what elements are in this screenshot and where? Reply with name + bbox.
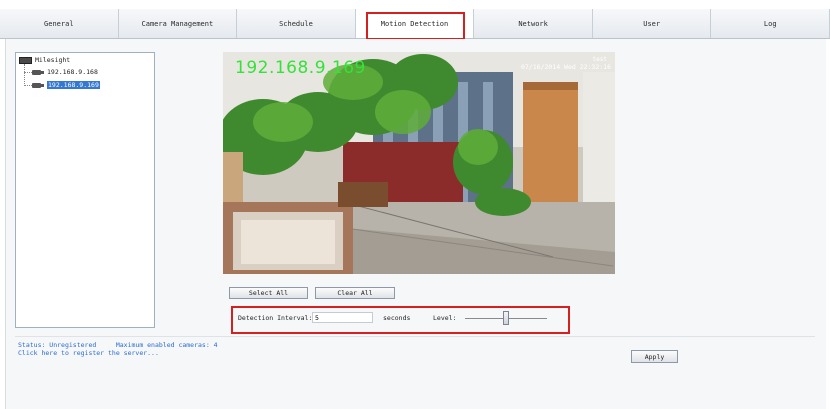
osd-camera-name: test [592,56,607,63]
apply-button[interactable]: Apply [631,350,678,363]
tab-general[interactable]: General [0,9,119,38]
osd-timestamp: 07/16/2014 Wed 22:32:16 [520,63,611,71]
camera-icon [32,82,44,88]
detection-interval-input[interactable] [312,312,373,323]
tree-root[interactable]: Milesight [19,56,70,64]
tab-user[interactable]: User [592,9,712,38]
seconds-label: seconds [383,314,411,322]
select-all-button[interactable]: Select All [229,287,308,299]
video-preview[interactable]: 192.168.9.169 test 07/16/2014 Wed 22:32:… [223,52,615,274]
tree-connector [24,85,32,86]
tab-bar: General Camera Management Schedule Motio… [0,9,830,39]
detection-interval-label: Detection Interval: [238,314,313,322]
level-slider-thumb[interactable] [503,311,509,325]
camera-icon [32,69,44,75]
tab-camera-management[interactable]: Camera Management [118,9,238,38]
tree-root-label: Milesight [35,56,71,64]
status-text: Status: Unregistered Maximum enabled cam… [18,341,218,349]
camera-tree[interactable]: Milesight 192.168.9.168 192.168.9.169 [15,52,155,328]
tab-network[interactable]: Network [474,9,593,38]
server-icon [19,56,32,64]
register-link[interactable]: Click here to register the server... [18,349,159,357]
camera-scene-image [223,52,615,274]
tree-connector [24,64,25,86]
tree-connector [24,72,32,73]
level-label: Level: [433,314,457,322]
osd-ip-text: 192.168.9.169 [235,58,366,78]
tree-item-label: 192.168.9.168 [47,68,98,76]
tab-motion-detection[interactable]: Motion Detection [355,9,475,38]
clear-all-button[interactable]: Clear All [315,287,395,299]
divider [15,336,815,337]
tree-item-camera-selected[interactable]: 192.168.9.169 [32,81,100,89]
tree-item-label: 192.168.9.169 [47,81,100,89]
tab-log[interactable]: Log [711,9,830,38]
tree-item-camera[interactable]: 192.168.9.168 [32,68,98,76]
tab-schedule[interactable]: Schedule [237,9,356,38]
